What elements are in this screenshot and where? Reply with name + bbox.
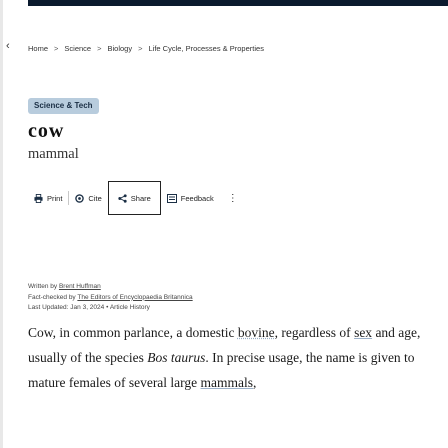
mammals-link[interactable]: mammals <box>201 375 254 390</box>
print-button[interactable]: Print <box>28 191 68 205</box>
share-button[interactable]: Share <box>107 181 161 215</box>
cite-label: Cite <box>88 193 102 203</box>
article-body: Cow, in common parlance, a domestic bovi… <box>28 325 421 390</box>
author-link[interactable]: Brent Huffman <box>59 283 101 290</box>
cite-button[interactable]: Cite <box>69 191 107 205</box>
article-byline: Written by Brent Huffman Fact-checked by… <box>28 282 193 314</box>
back-chevron-icon[interactable]: ‹ <box>6 40 10 52</box>
breadcrumb-home[interactable]: Home <box>28 44 48 53</box>
left-edge-divider <box>0 0 3 448</box>
species-name: Bos taurus <box>147 350 206 365</box>
byline-factchecked: Fact-checked by The Editors of Encyclopa… <box>28 293 193 301</box>
feedback-button[interactable]: Feedback <box>161 191 220 205</box>
byline-written: Written by Brent Huffman <box>28 283 101 290</box>
feedback-label: Feedback <box>180 193 214 203</box>
printer-icon <box>34 193 43 203</box>
breadcrumb-life-cycle[interactable]: Life Cycle, Processes & Properties <box>148 44 263 53</box>
article-toolbar: Print Cite Share Feedback ⋮ <box>28 180 246 216</box>
sex-link[interactable]: sex <box>354 325 372 340</box>
breadcrumb-separator: > <box>97 44 102 53</box>
page-subtitle: mammal <box>28 146 79 162</box>
breadcrumb: Home > Science > Biology > Life Cycle, Process… <box>28 44 264 53</box>
share-label: Share <box>130 193 151 203</box>
breadcrumb-science[interactable]: Science <box>64 44 91 53</box>
feedback-icon <box>166 193 177 203</box>
bovine-link[interactable]: bovine <box>238 325 275 340</box>
article-history-link[interactable]: Article History <box>110 304 150 311</box>
top-header-bar <box>28 0 448 6</box>
cite-icon <box>75 193 85 203</box>
print-label: Print <box>47 193 63 203</box>
share-icon <box>118 193 127 203</box>
page-title: cow <box>28 120 65 142</box>
breadcrumb-separator: > <box>54 44 59 53</box>
factchecker-link[interactable]: The Editors of Encyclopaedia Britannica <box>77 294 192 301</box>
category-badge[interactable]: Science & Tech <box>28 98 99 114</box>
breadcrumb-separator: > <box>138 44 143 53</box>
more-options-icon[interactable]: ⋮ <box>220 193 246 204</box>
breadcrumb-biology[interactable]: Biology <box>107 44 132 53</box>
updated-date: Jan 3, 2024 <box>70 304 105 311</box>
byline-updated: Last Updated: Jan 3, 2024 • Article Hist… <box>28 304 150 311</box>
